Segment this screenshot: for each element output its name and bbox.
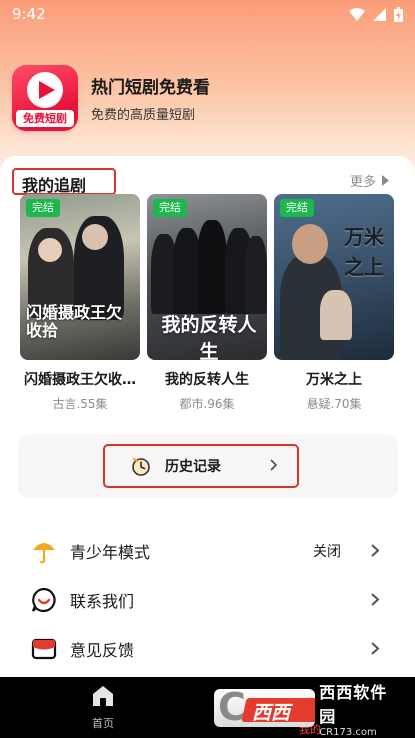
poster-face (38, 238, 62, 262)
drama-meta: 都市.96集 (179, 397, 235, 411)
clock-icon (132, 458, 150, 476)
history-button[interactable]: 历史记录 (103, 444, 299, 488)
app-titles: 热门短剧免费看 免费的高质量短剧 (91, 73, 210, 123)
setting-feedback[interactable]: 意见反馈 (0, 624, 415, 673)
setting-label: 青少年模式 (70, 542, 151, 562)
drama-card[interactable]: 我的反转人生 完结 我的反转人生 都市.96集 (147, 194, 267, 412)
chevron-right-icon (371, 593, 379, 606)
status-time: 9:42 (12, 5, 46, 23)
drama-card[interactable]: 闪婚摄政王欠收拾 完结 闪婚摄政王欠收… 古言.55集 (20, 194, 140, 412)
poster-face (292, 224, 328, 264)
drama-title: 万米之上 (306, 372, 362, 388)
app-logo: 免费短剧 (12, 65, 78, 131)
app-header: 免费短剧 热门短剧免费看 免费的高质量短剧 (12, 64, 402, 132)
poster-face (82, 224, 108, 250)
setting-value: 关闭 (313, 543, 341, 560)
nav-home[interactable]: 首页 (80, 685, 126, 731)
more-label: 更多 (349, 175, 376, 190)
history-label: 历史记录 (165, 459, 221, 475)
drama-poster[interactable]: 我的反转人生 完结 (147, 194, 267, 360)
poster-figure (245, 236, 267, 314)
home-icon (93, 686, 113, 706)
drama-meta: 古言.55集 (52, 397, 108, 411)
watermark-text: 西西软件园 CR173.com (319, 679, 396, 738)
setting-label: 意见反馈 (70, 640, 135, 660)
poster-title: 万米之上 (344, 225, 384, 279)
drama-meta: 悬疑.70集 (306, 397, 362, 411)
poster-figure (320, 290, 352, 340)
drama-title: 我的反转人生 (165, 372, 249, 388)
wifi-icon (349, 7, 365, 21)
setting-teen-mode[interactable]: 青少年模式 关闭 (0, 526, 415, 575)
play-icon (27, 72, 63, 108)
watermark-brand: 西西软件园 (319, 682, 388, 726)
watermark-logo: C 西西 (214, 689, 316, 727)
completed-badge: 完结 (153, 199, 187, 217)
app-title: 热门短剧免费看 (91, 78, 210, 98)
status-bar: 9:42 (0, 0, 415, 28)
chevron-right-icon (371, 642, 379, 655)
chat-icon (30, 586, 58, 614)
drama-list: 闪婚摄政王欠收拾 完结 闪婚摄政王欠收… 古言.55集 我的反转人生 完结 我的… (20, 194, 394, 414)
settings-list: 青少年模式 关闭 联系我们 意见反馈 (0, 526, 415, 673)
poster-title: 我的反转人生 (161, 314, 257, 360)
feedback-icon (30, 635, 58, 663)
app-logo-text: 免费短剧 (16, 110, 74, 127)
completed-badge: 完结 (280, 199, 314, 217)
setting-label: 联系我们 (70, 591, 135, 611)
poster-figure (197, 220, 227, 314)
app-subtitle: 免费的高质量短剧 (91, 108, 196, 123)
umbrella-icon (30, 537, 58, 565)
signal-icon (373, 7, 386, 21)
drama-poster[interactable]: 闪婚摄政王欠收拾 完结 (20, 194, 140, 360)
nav-home-label: 首页 (92, 717, 114, 730)
battery-icon (394, 6, 403, 22)
section-title-my-dramas: 我的追剧 (22, 176, 87, 195)
chevron-right-icon (382, 175, 389, 186)
setting-contact-us[interactable]: 联系我们 (0, 575, 415, 624)
drama-poster[interactable]: 万米之上 完结 (274, 194, 394, 360)
drama-card[interactable]: 万米之上 完结 万米之上 悬疑.70集 (274, 194, 394, 412)
poster-title: 闪婚摄政王欠收拾 (26, 303, 123, 340)
completed-badge: 完结 (26, 199, 60, 217)
more-link[interactable]: 更多 (350, 171, 389, 190)
watermark-url: CR173.com (319, 726, 377, 738)
status-icons (349, 6, 403, 22)
chevron-right-icon (270, 459, 277, 471)
watermark: C 西西 西西软件园 CR173.com (214, 683, 396, 738)
chevron-right-icon (371, 544, 379, 557)
drama-title: 闪婚摄政王欠收… (24, 372, 136, 388)
